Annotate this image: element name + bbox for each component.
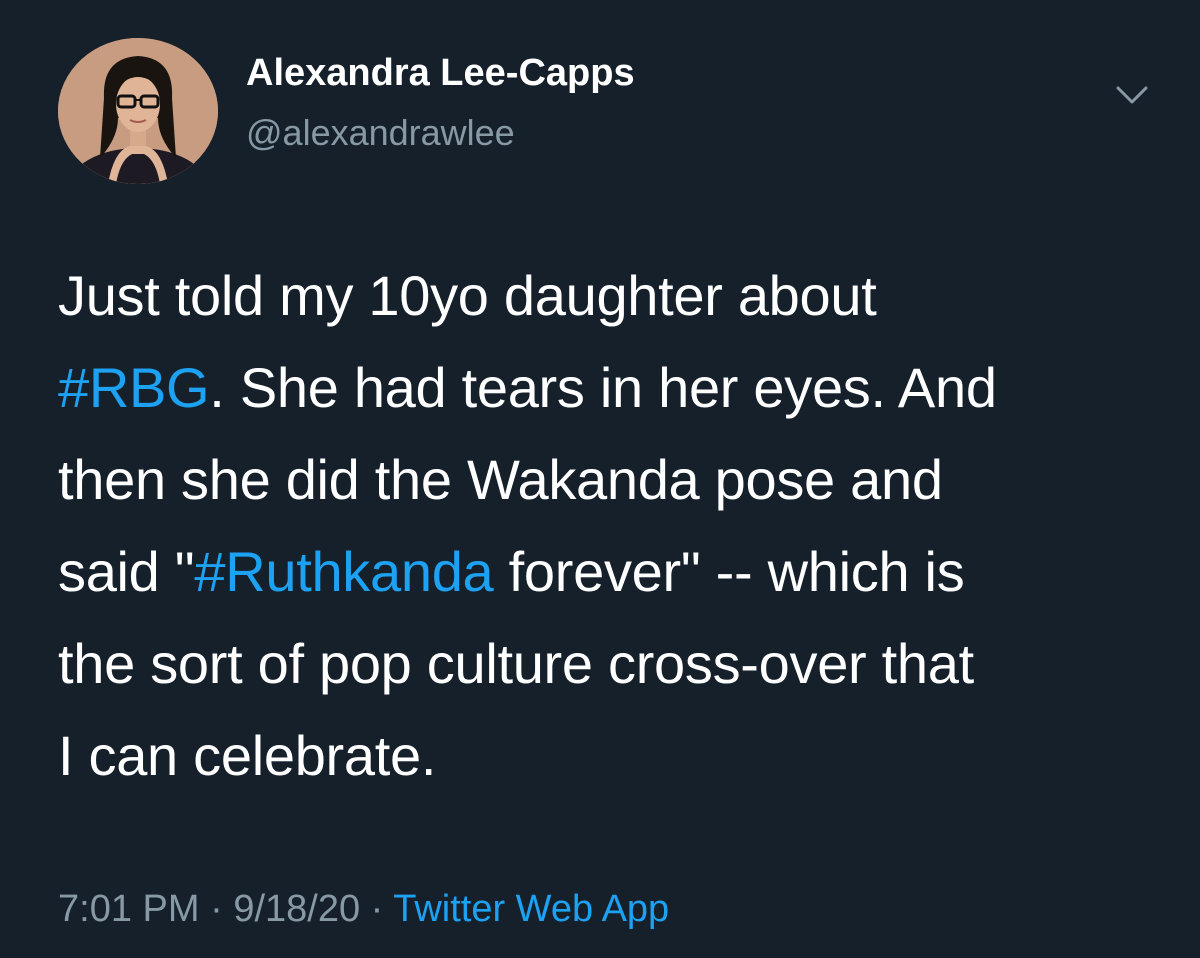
meta-separator: · — [360, 888, 394, 930]
meta-separator: · — [199, 888, 234, 930]
tweet-line: said "#Ruthkanda forever" -- which is — [58, 526, 1168, 618]
tweet-text-segment: . She had tears in her eyes. And — [209, 356, 997, 419]
tweet-line: then she did the Wakanda pose and — [58, 448, 943, 511]
tweet-line: #RBG. She had tears in her eyes. And — [58, 342, 1168, 434]
chevron-down-icon[interactable] — [1108, 76, 1156, 116]
tweet-meta: 7:01 PM · 9/18/20 · Twitter Web App — [58, 888, 669, 931]
hashtag-link-rbg[interactable]: #RBG — [58, 356, 210, 419]
avatar-photo — [58, 38, 218, 184]
avatar[interactable] — [58, 38, 218, 184]
tweet-text: Just told my 10yo daughter about #RBG. S… — [58, 250, 1168, 802]
tweet-date[interactable]: 9/18/20 — [233, 888, 360, 930]
tweet-time[interactable]: 7:01 PM — [58, 888, 200, 930]
tweet-card: Alexandra Lee-Capps @alexandrawlee Just … — [0, 0, 1200, 958]
tweet-line: Just told my 10yo daughter about — [58, 264, 877, 327]
tweet-text-segment: said " — [58, 540, 195, 603]
tweet-source-link[interactable]: Twitter Web App — [393, 888, 669, 930]
tweet-line: the sort of pop culture cross-over that — [58, 632, 974, 695]
hashtag-link-ruthkanda[interactable]: #Ruthkanda — [194, 540, 493, 603]
author-name[interactable]: Alexandra Lee-Capps — [246, 52, 635, 95]
tweet-text-segment: forever" -- which is — [493, 540, 965, 603]
tweet-line: I can celebrate. — [58, 724, 437, 787]
author-handle[interactable]: @alexandrawlee — [246, 112, 515, 154]
